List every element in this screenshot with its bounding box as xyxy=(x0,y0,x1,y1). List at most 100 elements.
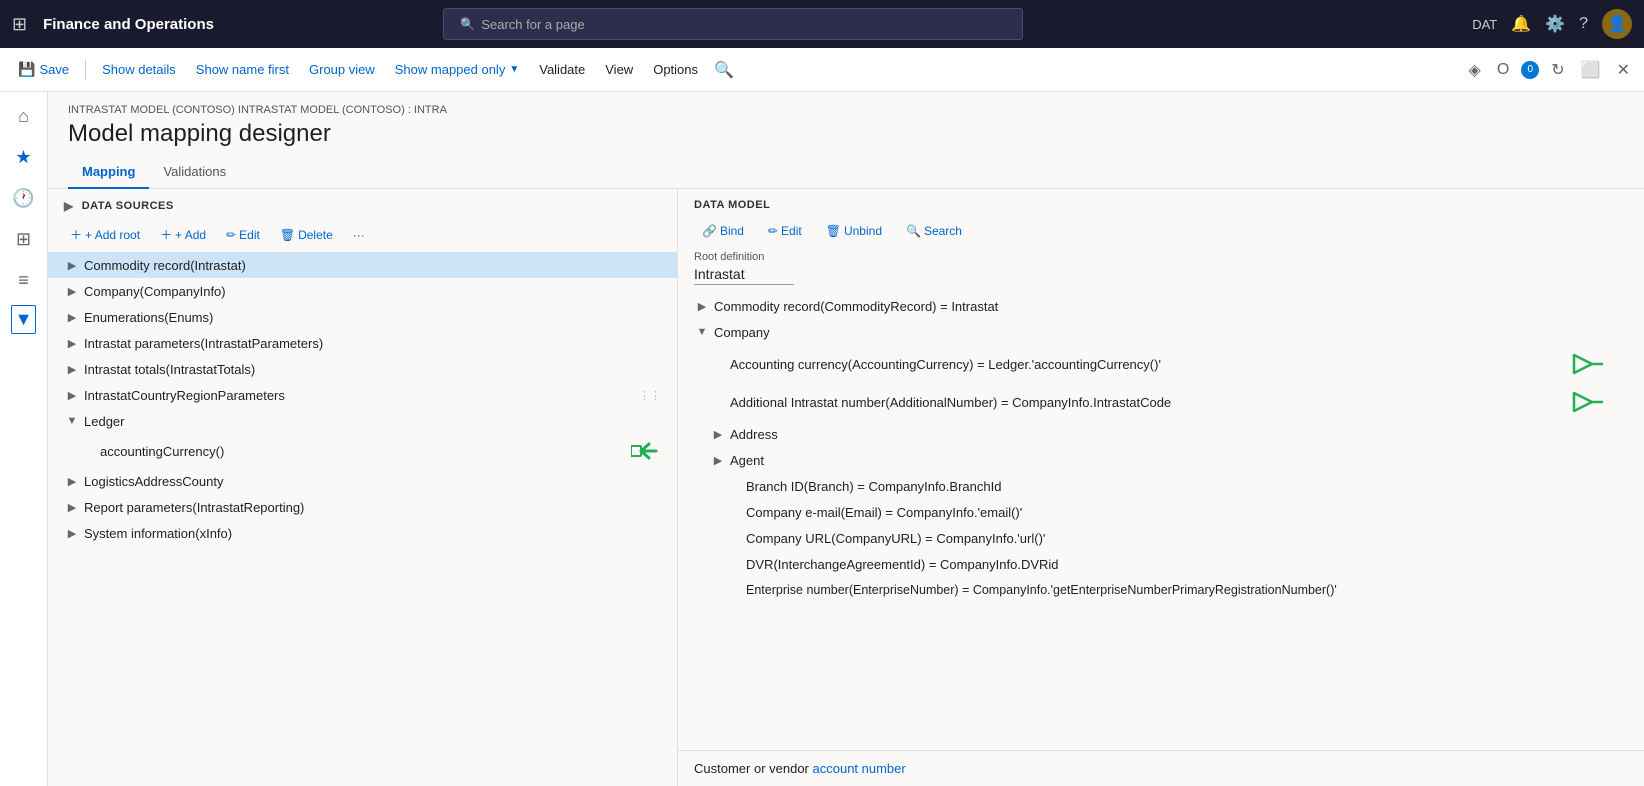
sidebar-favorites-icon[interactable]: ★ xyxy=(9,141,37,174)
tree-item-intrastat-totals[interactable]: ▶ Intrastat totals(IntrastatTotals) xyxy=(48,356,677,382)
add-root-button[interactable]: ＋ + Add root xyxy=(64,223,146,246)
expand-accounting-icon[interactable] xyxy=(80,443,96,459)
bind-button[interactable]: 🔗 Bind xyxy=(694,221,752,241)
group-view-button[interactable]: Group view xyxy=(301,58,383,81)
tree-item-enumerations[interactable]: ▶ Enumerations(Enums) xyxy=(48,304,677,330)
expand-system-info-icon[interactable]: ▶ xyxy=(64,525,80,541)
sidebar-workspaces-icon[interactable]: ⊞ xyxy=(10,223,37,256)
close-icon[interactable]: ✕ xyxy=(1613,56,1634,84)
green-arrow-right-acc-currency xyxy=(1568,350,1604,378)
sidebar-recent-icon[interactable]: 🕐 xyxy=(6,182,40,215)
sidebar-filter-icon[interactable]: ▼ xyxy=(11,305,37,334)
dm-item-branch-id[interactable]: Branch ID(Branch) = CompanyInfo.BranchId xyxy=(678,473,1644,499)
data-model-header: DATA MODEL xyxy=(678,189,1644,217)
expand-dm-enterprise-icon xyxy=(726,582,742,598)
dm-search-button[interactable]: 🔍 Search xyxy=(898,221,970,241)
dm-item-agent[interactable]: ▶ Agent xyxy=(678,447,1644,473)
tree-item-intrastat-params[interactable]: ▶ Intrastat parameters(IntrastatParamete… xyxy=(48,330,677,356)
top-nav: ⊞ Finance and Operations 🔍 Search for a … xyxy=(0,0,1644,48)
dm-edit-button[interactable]: ✏ Edit xyxy=(760,221,810,241)
refresh-icon[interactable]: ↻ xyxy=(1547,56,1568,84)
validate-button[interactable]: Validate xyxy=(531,58,593,81)
expand-icon[interactable]: ⬜ xyxy=(1577,56,1605,84)
data-model-toolbar: 🔗 Bind ✏ Edit 🗑 Unbind 🔍 Search xyxy=(678,217,1644,247)
trash-icon: 🗑 xyxy=(280,228,295,242)
expand-ledger-icon[interactable]: ▼ xyxy=(64,413,80,429)
more-button[interactable]: ··· xyxy=(347,225,371,245)
expand-intrastat-country-icon[interactable]: ▶ xyxy=(64,387,80,403)
global-search-bar[interactable]: 🔍 Search for a page xyxy=(443,8,1023,40)
dm-item-company-url[interactable]: Company URL(CompanyURL) = CompanyInfo.'u… xyxy=(678,525,1644,551)
trash-dm-icon: 🗑 xyxy=(826,224,841,238)
green-arrow-left-accounting xyxy=(631,439,661,463)
tree-item-system-info[interactable]: ▶ System information(xInfo) xyxy=(48,520,677,546)
dm-item-company-email[interactable]: Company e-mail(Email) = CompanyInfo.'ema… xyxy=(678,499,1644,525)
expand-intrastat-params-icon[interactable]: ▶ xyxy=(64,335,80,351)
expand-dm-agent-icon[interactable]: ▶ xyxy=(710,452,726,468)
delete-button[interactable]: 🗑 Delete xyxy=(274,225,339,245)
notifications-icon[interactable]: 🔔 xyxy=(1511,14,1531,34)
add-root-icon: ＋ xyxy=(70,226,82,243)
show-details-button[interactable]: Show details xyxy=(94,58,184,81)
toolbar: 💾 Save Show details Show name first Grou… xyxy=(0,48,1644,92)
search-icon: 🔍 xyxy=(460,17,475,31)
app-grid-icon[interactable]: ⊞ xyxy=(12,14,27,35)
unbind-button[interactable]: 🗑 Unbind xyxy=(818,221,890,241)
tree-item-ledger[interactable]: ▼ Ledger xyxy=(48,408,677,434)
notification-badge[interactable]: 0 xyxy=(1521,61,1539,79)
dm-item-dvr[interactable]: DVR(InterchangeAgreementId) = CompanyInf… xyxy=(678,551,1644,577)
view-button[interactable]: View xyxy=(597,58,641,81)
sidebar-home-icon[interactable]: ⌂ xyxy=(12,100,35,133)
tab-mapping[interactable]: Mapping xyxy=(68,156,149,189)
show-name-first-button[interactable]: Show name first xyxy=(188,58,297,81)
expand-dm-commodity-icon[interactable]: ▶ xyxy=(694,298,710,314)
right-panel: DATA MODEL 🔗 Bind ✏ Edit 🗑 Unbind xyxy=(678,189,1644,786)
help-icon[interactable]: ? xyxy=(1579,15,1588,33)
account-number-link[interactable]: account number xyxy=(813,761,906,776)
expand-dm-company-icon[interactable]: ▼ xyxy=(694,324,710,340)
add-button[interactable]: ＋ + Add xyxy=(154,223,212,246)
app-title: Finance and Operations xyxy=(43,16,214,33)
tree-item-intrastat-country[interactable]: ▶ IntrastatCountryRegionParameters ⋮⋮ xyxy=(48,382,677,408)
main-layout: ⌂ ★ 🕐 ⊞ ≡ ▼ INTRASTAT MODEL (CONTOSO) IN… xyxy=(0,92,1644,786)
dm-item-address[interactable]: ▶ Address xyxy=(678,421,1644,447)
expand-dm-address-icon[interactable]: ▶ xyxy=(710,426,726,442)
diamond-icon[interactable]: ◈ xyxy=(1465,56,1485,84)
collapse-icon[interactable]: ▶ xyxy=(64,199,74,213)
dm-item-commodity[interactable]: ▶ Commodity record(CommodityRecord) = In… xyxy=(678,293,1644,319)
bottom-text-area: Customer or vendor account number xyxy=(678,750,1644,786)
save-button[interactable]: 💾 Save xyxy=(10,57,77,82)
office-icon[interactable]: O xyxy=(1493,57,1513,83)
search-toolbar-icon[interactable]: 🔍 xyxy=(710,56,738,84)
dm-item-additional-intrastat[interactable]: Additional Intrastat number(AdditionalNu… xyxy=(678,383,1644,421)
save-icon: 💾 xyxy=(18,61,35,78)
expand-dm-url-icon xyxy=(726,530,742,546)
tab-validations[interactable]: Validations xyxy=(149,156,240,189)
dm-item-accounting-currency[interactable]: Accounting currency(AccountingCurrency) … xyxy=(678,345,1644,383)
edit-button[interactable]: ✏ Edit xyxy=(220,225,266,245)
expand-enumerations-icon[interactable]: ▶ xyxy=(64,309,80,325)
search-placeholder: Search for a page xyxy=(481,17,584,32)
dm-item-company[interactable]: ▼ Company xyxy=(678,319,1644,345)
dm-item-enterprise-number[interactable]: Enterprise number(EnterpriseNumber) = Co… xyxy=(678,577,1644,603)
root-def-value: Intrastat xyxy=(694,266,794,285)
expand-report-params-icon[interactable]: ▶ xyxy=(64,499,80,515)
data-sources-header: ▶ DATA SOURCES xyxy=(48,189,677,219)
dm-tree-container: ▶ Commodity record(CommodityRecord) = In… xyxy=(678,293,1644,750)
toolbar-separator xyxy=(85,60,86,80)
tree-item-company[interactable]: ▶ Company(CompanyInfo) xyxy=(48,278,677,304)
sidebar-modules-icon[interactable]: ≡ xyxy=(12,264,35,297)
tree-item-commodity[interactable]: ▶ Commodity record(Intrastat) ⋮ xyxy=(48,252,677,278)
tree-item-report-params[interactable]: ▶ Report parameters(IntrastatReporting) xyxy=(48,494,677,520)
tree-item-logistics[interactable]: ▶ LogisticsAddressCounty xyxy=(48,468,677,494)
tree-item-accounting-currency[interactable]: accountingCurrency() xyxy=(48,434,677,468)
expand-logistics-icon[interactable]: ▶ xyxy=(64,473,80,489)
show-mapped-only-button[interactable]: Show mapped only ▼ xyxy=(387,58,527,81)
expand-company-icon[interactable]: ▶ xyxy=(64,283,80,299)
options-button[interactable]: Options xyxy=(645,58,706,81)
expand-intrastat-totals-icon[interactable]: ▶ xyxy=(64,361,80,377)
bottom-static-text: Customer or vendor xyxy=(694,761,813,776)
settings-icon[interactable]: ⚙️ xyxy=(1545,14,1565,34)
user-avatar[interactable]: 👤 xyxy=(1602,9,1632,39)
expand-commodity-icon[interactable]: ▶ xyxy=(64,257,80,273)
